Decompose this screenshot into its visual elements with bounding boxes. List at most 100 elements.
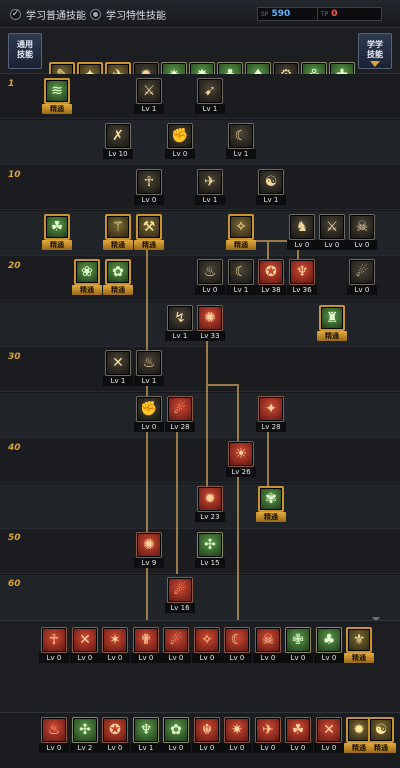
skill-node[interactable]: ♞ (289, 214, 315, 240)
learned-skills-toggle-button[interactable]: 学学 技能 (358, 33, 392, 69)
skill-connector-line (267, 240, 269, 260)
panel-skill[interactable]: ✟ (133, 627, 159, 653)
skill-node[interactable]: ⚒ (136, 214, 162, 240)
skill-node[interactable]: ♜ (319, 305, 345, 331)
skill-node[interactable]: ♨ (136, 350, 162, 376)
panel-skill[interactable]: ✪ (102, 717, 128, 743)
skill-icon: ☠ (355, 219, 369, 235)
learn-special-skills-radio[interactable]: 学习特性技能 (90, 7, 166, 22)
skill-node[interactable]: ☄ (349, 259, 375, 285)
skill-icon: ↯ (174, 310, 186, 326)
skill-icon: ☀ (234, 446, 248, 462)
skill-level-label: Lv 36 (287, 285, 317, 295)
skill-level-label: Lv 1 (134, 104, 164, 114)
skill-node[interactable]: ✧ (228, 214, 254, 240)
skill-icon: ✺ (143, 537, 155, 553)
skill-connector-line (176, 424, 178, 574)
skill-node[interactable]: ⚔ (319, 214, 345, 240)
skill-connector-line (237, 384, 239, 620)
skill-icon: ♨ (203, 264, 217, 280)
skill-node[interactable]: ✹ (197, 486, 223, 512)
skill-level-label: Lv 0 (39, 653, 69, 663)
panel-skill[interactable]: ☾ (224, 627, 250, 653)
mastery-label: 精通 (42, 104, 72, 114)
learn-normal-skills-radio[interactable]: ✓ 学习普通技能 (10, 7, 86, 22)
skill-icon: ☘ (50, 219, 64, 235)
skill-connector-line (206, 384, 238, 386)
skill-node[interactable]: ☄ (167, 577, 193, 603)
skill-level-label: Lv 28 (165, 422, 195, 432)
skill-node[interactable]: ☥ (136, 169, 162, 195)
skill-node[interactable]: ❀ (74, 259, 100, 285)
panel-skill[interactable]: ♆ (133, 717, 159, 743)
skill-icon: ⚔ (325, 219, 339, 235)
panel-skill[interactable]: ☠ (255, 627, 281, 653)
common-skill-bar: 通用 技能 ✎精通✦精通✈精通✹Lv 0✷Lv 0✸Lv 0♣Lv 0♠Lv 0… (0, 28, 400, 98)
skill-icon: ✣ (79, 722, 91, 738)
skill-node[interactable]: ✕ (105, 350, 131, 376)
skill-node[interactable]: ☾ (228, 259, 254, 285)
skill-node[interactable]: ☄ (167, 396, 193, 422)
skill-node[interactable]: ✺ (197, 305, 223, 331)
skill-node[interactable]: ☘ (44, 214, 70, 240)
skill-panel-lower: ♨ Lv 0 ✣ Lv 2 ✪ Lv 0 ♆ Lv 1 ✿ Lv 0 ☬ Lv 0 ✷ Lv 0 ✈ Lv 0… (0, 712, 400, 768)
panel-skill[interactable]: ✕ (316, 717, 342, 743)
skill-node[interactable]: ✿ (105, 259, 131, 285)
panel-skill[interactable]: ✿ (163, 717, 189, 743)
skill-node[interactable]: ☠ (349, 214, 375, 240)
skill-level-label: Lv 0 (253, 653, 283, 663)
skill-level-label: Lv 15 (195, 558, 225, 568)
skill-node[interactable]: ⚚ (105, 214, 131, 240)
panel-skill[interactable]: ☬ (194, 717, 220, 743)
skill-node[interactable]: ✾ (258, 486, 284, 512)
skill-node[interactable]: ✪ (258, 259, 284, 285)
skill-level-label: Lv 0 (134, 422, 164, 432)
panel-skill[interactable]: ✕ (72, 627, 98, 653)
panel-skill[interactable]: ✙ (285, 627, 311, 653)
tree-row (0, 574, 400, 620)
skill-node[interactable]: ☀ (228, 441, 254, 467)
panel-skill[interactable]: ☯ (368, 717, 394, 743)
panel-skill[interactable]: ✷ (224, 717, 250, 743)
panel-skill[interactable]: ✣ (72, 717, 98, 743)
skill-icon: ✙ (292, 632, 304, 648)
skill-node[interactable]: ✊ (167, 123, 193, 149)
common-skills-button[interactable]: 通用 技能 (8, 33, 42, 69)
skill-icon: ✿ (112, 264, 124, 280)
skill-level-label: Lv 1 (256, 195, 286, 205)
level-marker: 60 (8, 579, 21, 589)
panel-skill[interactable]: ✧ (194, 627, 220, 653)
skill-node[interactable]: ♨ (197, 259, 223, 285)
panel-skill[interactable]: ☄ (163, 627, 189, 653)
panel-skill[interactable]: ♣ (316, 627, 342, 653)
panel-skill[interactable]: ✶ (102, 627, 128, 653)
skill-node[interactable]: ✈ (197, 169, 223, 195)
panel-skill[interactable]: ✈ (255, 717, 281, 743)
skill-level-label: Lv 10 (103, 149, 133, 159)
skill-node[interactable]: ➹ (197, 78, 223, 104)
skill-node[interactable]: ✊ (136, 396, 162, 422)
skill-node[interactable]: ✦ (258, 396, 284, 422)
skill-node[interactable]: ✣ (197, 532, 223, 558)
tp-counter: TP 0 (317, 7, 382, 21)
skill-node[interactable]: ☾ (228, 123, 254, 149)
skill-level-label: Lv 0 (222, 653, 252, 663)
panel-skill[interactable]: ☥ (41, 627, 67, 653)
panel-skill[interactable]: ☘ (285, 717, 311, 743)
skill-node[interactable]: ✗ (105, 123, 131, 149)
skill-node[interactable]: ↯ (167, 305, 193, 331)
skill-icon: ✕ (112, 355, 124, 371)
skill-level-label: Lv 0 (253, 743, 283, 753)
skill-level-label: Lv 0 (192, 653, 222, 663)
panel-skill[interactable]: ⚜ (346, 627, 372, 653)
skill-node[interactable]: ⚔ (136, 78, 162, 104)
skill-node[interactable]: ♆ (289, 259, 315, 285)
skill-level-label: Lv 0 (222, 743, 252, 753)
skill-level-label: Lv 33 (195, 331, 225, 341)
panel-skill[interactable]: ♨ (41, 717, 67, 743)
skill-node[interactable]: ✺ (136, 532, 162, 558)
skill-node[interactable]: ≋ (44, 78, 70, 104)
skill-icon: ✹ (204, 491, 216, 507)
skill-level-label: Lv 1 (226, 149, 256, 159)
skill-node[interactable]: ☯ (258, 169, 284, 195)
